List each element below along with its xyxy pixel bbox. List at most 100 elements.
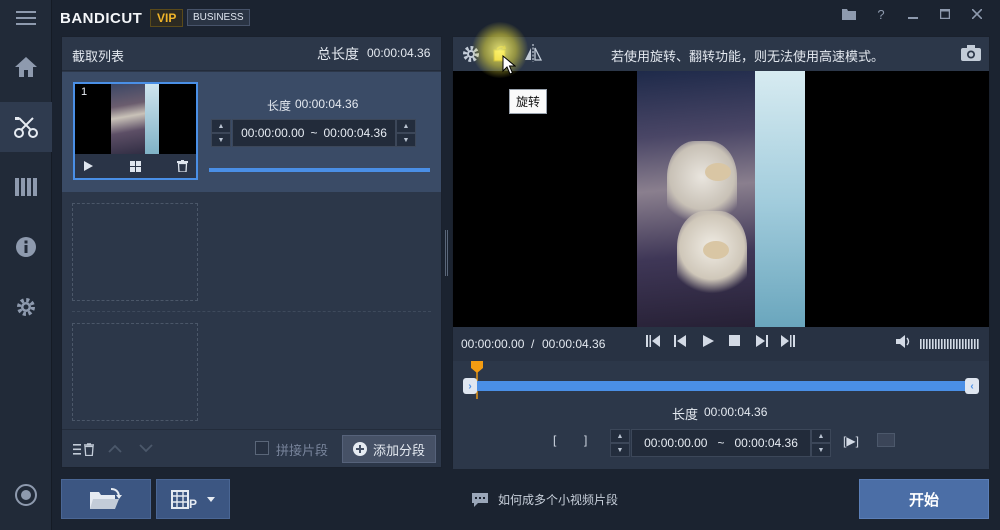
timeline-track[interactable] bbox=[463, 381, 979, 391]
maximize-button[interactable] bbox=[932, 4, 958, 24]
volume-slider[interactable] bbox=[920, 338, 980, 350]
volume-bar bbox=[965, 339, 967, 349]
volume-bar bbox=[926, 339, 928, 349]
frame-hat bbox=[703, 241, 729, 259]
time-current: 00:00:00.00 bbox=[461, 337, 525, 351]
prev-frame-icon[interactable] bbox=[674, 335, 686, 347]
scissors-icon bbox=[14, 117, 38, 138]
clip-end-stepper[interactable]: ▲ ▼ bbox=[396, 119, 416, 147]
sidebar-settings-button[interactable] bbox=[0, 282, 52, 332]
delete-list-icon[interactable] bbox=[73, 443, 95, 456]
volume-icon[interactable] bbox=[896, 335, 912, 348]
volume-bar bbox=[932, 339, 934, 349]
sidebar-film-button[interactable] bbox=[0, 162, 52, 212]
chevron-down-icon[interactable]: ▼ bbox=[396, 133, 416, 147]
total-length-label: 总长度 bbox=[317, 46, 359, 62]
play-icon[interactable] bbox=[703, 335, 714, 347]
minimize-button[interactable] bbox=[900, 4, 926, 24]
stop-icon[interactable] bbox=[729, 335, 740, 346]
plus-circle-icon bbox=[352, 442, 367, 456]
next-segment-icon[interactable] bbox=[781, 335, 795, 347]
add-segment-button[interactable]: 添加分段 bbox=[342, 435, 436, 463]
clip-thumbnail[interactable]: 1 bbox=[73, 82, 198, 180]
join-checkbox[interactable] bbox=[255, 441, 269, 455]
next-frame-icon[interactable] bbox=[756, 335, 768, 347]
thumbnail-toolbar bbox=[75, 154, 196, 178]
clip-list-panel: 截取列表 总长度 00:00:04.36 1 长度 00:00:04.36 ▲ … bbox=[61, 36, 442, 468]
menu-button[interactable] bbox=[0, 0, 52, 36]
chevron-up-icon[interactable]: ▲ bbox=[396, 119, 416, 133]
open-folder-button[interactable] bbox=[836, 4, 862, 24]
clip-start-stepper[interactable]: ▲ ▼ bbox=[211, 119, 231, 147]
clip-length-label: 长度 bbox=[267, 99, 292, 113]
chat-icon bbox=[472, 492, 488, 507]
chevron-down-icon[interactable]: ▼ bbox=[211, 133, 231, 147]
camera-icon[interactable] bbox=[961, 45, 981, 61]
clip-index: 1 bbox=[81, 86, 88, 98]
play-icon[interactable] bbox=[83, 161, 93, 171]
help-hint[interactable]: 如何成多个小视频片段 bbox=[472, 491, 618, 508]
volume-bar bbox=[968, 339, 970, 349]
range-sep: ~ bbox=[717, 436, 725, 450]
output-format-button[interactable]: P bbox=[156, 479, 230, 519]
start-button[interactable]: 开始 bbox=[859, 479, 989, 519]
range-end-stepper[interactable]: ▲ ▼ bbox=[811, 429, 831, 457]
volume-bar bbox=[947, 339, 949, 349]
sidebar bbox=[0, 0, 52, 530]
move-up-icon[interactable] bbox=[108, 444, 122, 453]
total-length-value: 00:00:04.36 bbox=[367, 46, 431, 60]
vip-badge: VIP bbox=[150, 9, 184, 27]
app-logo: BANDICUT bbox=[60, 10, 143, 27]
title-bar: BANDICUT VIP BUSINESS ? bbox=[52, 0, 1000, 36]
sidebar-info-button[interactable] bbox=[0, 222, 52, 272]
chevron-up-icon[interactable]: ▲ bbox=[811, 429, 831, 443]
range-end[interactable]: 00:00:04.36 bbox=[735, 436, 798, 450]
cursor-arrow-icon bbox=[502, 55, 516, 75]
play-range-button[interactable]: [▶] bbox=[843, 434, 859, 448]
rotate-notice: 若使用旋转、翻转功能，则无法使用高速模式。 bbox=[611, 49, 885, 64]
help-icon: ? bbox=[877, 6, 885, 22]
sidebar-home-button[interactable] bbox=[0, 42, 52, 92]
loop-range-button[interactable] bbox=[877, 433, 895, 447]
panel-splitter[interactable] bbox=[445, 230, 448, 276]
volume-bar bbox=[974, 339, 976, 349]
home-icon bbox=[15, 57, 37, 77]
help-hint-text[interactable]: 如何成多个小视频片段 bbox=[498, 491, 618, 508]
rotate-tooltip: 旋转 bbox=[509, 89, 548, 114]
clip-row[interactable]: 1 长度 00:00:04.36 ▲ ▼ 00:00:00.00 ~ 00:00… bbox=[62, 72, 441, 192]
join-checkbox-label: 拼接片段 bbox=[276, 443, 329, 458]
clip-range-end[interactable]: 00:00:04.36 bbox=[324, 126, 387, 140]
clip-length-value: 00:00:04.36 bbox=[295, 97, 359, 111]
grid-icon[interactable] bbox=[129, 160, 141, 172]
trash-icon[interactable] bbox=[177, 160, 188, 172]
range-field[interactable]: 00:00:00.00 ~ 00:00:04.36 bbox=[631, 429, 811, 457]
svg-text:P: P bbox=[189, 497, 197, 510]
volume-bar bbox=[962, 339, 964, 349]
range-start-stepper[interactable]: ▲ ▼ bbox=[610, 429, 630, 457]
volume-bar bbox=[971, 339, 973, 349]
mark-out-button[interactable]: ] bbox=[584, 433, 587, 447]
trim-end-handle[interactable]: ‹ bbox=[965, 378, 979, 394]
chevron-down-icon[interactable]: ▼ bbox=[610, 443, 630, 457]
volume-bar bbox=[956, 339, 958, 349]
bottom-bar: P 如何成多个小视频片段 开始 bbox=[52, 470, 1000, 530]
chevron-down-icon[interactable]: ▼ bbox=[811, 443, 831, 457]
sidebar-record-button[interactable] bbox=[0, 470, 52, 520]
trim-start-handle[interactable]: › bbox=[463, 378, 477, 394]
mark-in-button[interactable]: [ bbox=[553, 433, 556, 447]
film-output-icon: P bbox=[171, 490, 197, 510]
clip-range-sep: ~ bbox=[310, 126, 318, 140]
help-button[interactable]: ? bbox=[868, 4, 894, 24]
chevron-up-icon[interactable]: ▲ bbox=[211, 119, 231, 133]
move-down-icon[interactable] bbox=[139, 444, 153, 453]
range-start[interactable]: 00:00:00.00 bbox=[644, 436, 707, 450]
open-file-button[interactable] bbox=[61, 479, 151, 519]
clip-range-start[interactable]: 00:00:00.00 bbox=[241, 126, 304, 140]
prev-segment-icon[interactable] bbox=[646, 335, 660, 347]
clip-range-field[interactable]: 00:00:00.00 ~ 00:00:04.36 bbox=[232, 119, 396, 147]
sidebar-cut-button[interactable] bbox=[0, 102, 52, 152]
chevron-up-icon[interactable]: ▲ bbox=[610, 429, 630, 443]
close-button[interactable] bbox=[964, 4, 990, 24]
record-icon bbox=[15, 484, 37, 506]
volume-bar bbox=[929, 339, 931, 349]
